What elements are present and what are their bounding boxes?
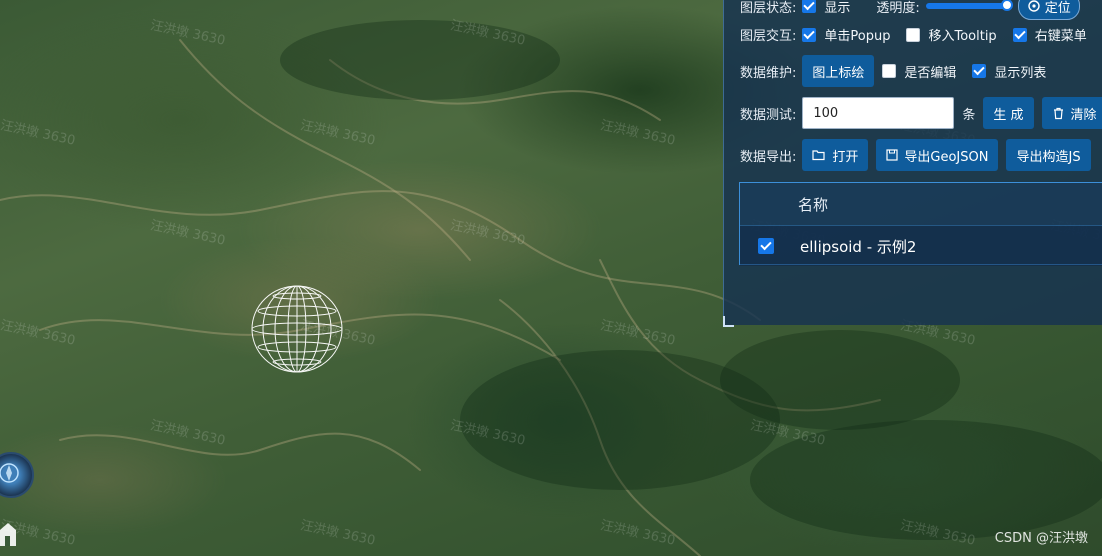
click-popup-checkbox[interactable] <box>802 27 817 42</box>
edit-mode-checkbox[interactable] <box>882 64 897 78</box>
show-list-label: 显示列表 <box>994 65 1047 81</box>
opacity-label: 透明度: <box>876 0 920 16</box>
locate-label: 定位 <box>1044 0 1071 16</box>
opacity-slider[interactable] <box>925 0 1013 11</box>
home-icon[interactable] <box>0 520 16 550</box>
layer-state-label: 图层状态: <box>740 0 797 16</box>
row-name: ellipsoid - 示例2 <box>800 237 917 256</box>
layer-interaction-row: 图层交互: 单击Popup 移入Tooltip 右键菜单 <box>740 25 1102 44</box>
open-file-label: 打开 <box>832 149 859 165</box>
export-construct-js-button[interactable]: 导出构造JS <box>1006 139 1091 171</box>
open-file-button[interactable]: 打开 <box>802 139 869 171</box>
hover-tooltip-label: 移入Tooltip <box>928 29 997 44</box>
show-layer-label: 显示 <box>824 0 851 16</box>
show-layer-checkbox[interactable] <box>802 0 817 13</box>
data-export-row: 数据导出: 打开 导出GeoJSON 导出构造JS <box>740 139 1099 171</box>
export-geojson-label: 导出GeoJSON <box>904 149 989 165</box>
context-menu-checkbox[interactable] <box>1012 27 1027 42</box>
panel-corner-decoration <box>723 316 734 327</box>
layer-state-row: 图层状态: 显示 透明度: 定位 <box>740 0 1080 20</box>
locate-icon <box>1028 0 1040 12</box>
save-icon <box>886 149 899 161</box>
data-maintenance-row: 数据维护: 图上标绘 是否编辑 显示列表 <box>740 55 1062 87</box>
click-popup-label: 单击Popup <box>824 29 891 44</box>
ellipsoid-wireframe-icon[interactable] <box>250 284 344 374</box>
hover-tooltip-checkbox[interactable] <box>906 27 921 42</box>
table-row[interactable]: ellipsoid - 示例2 <box>740 226 1102 266</box>
data-maintenance-label: 数据维护: <box>740 65 797 81</box>
locate-button[interactable]: 定位 <box>1017 0 1080 20</box>
row-select-checkbox[interactable] <box>758 238 774 254</box>
layer-interaction-label: 图层交互: <box>740 29 797 44</box>
export-geojson-button[interactable]: 导出GeoJSON <box>876 139 999 171</box>
context-menu-label: 右键菜单 <box>1034 29 1087 44</box>
compass-needle-icon <box>0 463 19 483</box>
count-unit-label: 条 <box>962 107 976 123</box>
data-test-row: 数据测试: 100 条 生 成 清除 <box>740 97 1102 129</box>
clear-label: 清除 <box>1070 107 1097 123</box>
draw-on-map-button[interactable]: 图上标绘 <box>802 55 875 87</box>
data-test-label: 数据测试: <box>740 107 797 123</box>
test-count-input[interactable]: 100 <box>802 97 955 129</box>
trash-icon <box>1053 107 1063 119</box>
opacity-slider-thumb[interactable] <box>1000 0 1013 11</box>
compass-icon[interactable] <box>0 452 34 498</box>
generate-button[interactable]: 生 成 <box>983 97 1034 129</box>
clear-button[interactable]: 清除 <box>1041 97 1102 129</box>
graphic-list-table: 名称 ellipsoid - 示例2 <box>739 182 1102 266</box>
column-header-name: 名称 <box>798 195 829 214</box>
footer-credit: CSDN @汪洪墩 <box>994 531 1088 546</box>
show-list-checkbox[interactable] <box>972 64 987 78</box>
data-export-label: 数据导出: <box>740 149 797 165</box>
edit-mode-label: 是否编辑 <box>904 65 957 81</box>
folder-open-icon <box>812 150 825 161</box>
table-header: 名称 <box>740 183 1102 226</box>
